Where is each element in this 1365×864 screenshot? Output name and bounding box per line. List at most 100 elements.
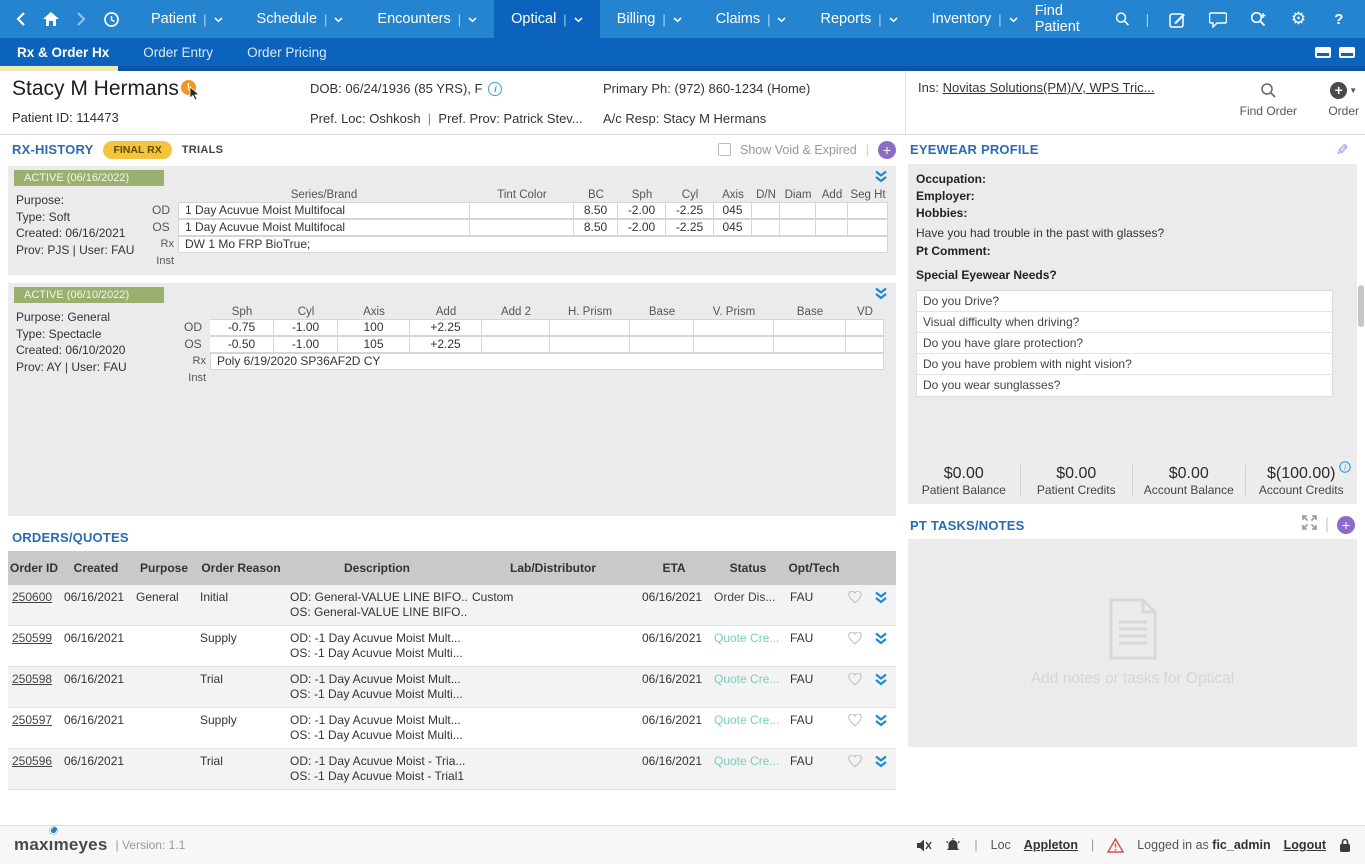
home-icon[interactable] bbox=[38, 6, 64, 32]
history-icon[interactable] bbox=[98, 6, 124, 32]
special-need-row[interactable]: Do you have glare protection? bbox=[917, 333, 1332, 354]
rx-info-line: Purpose: bbox=[16, 192, 144, 209]
forward-icon[interactable] bbox=[68, 6, 94, 32]
vertical-scrollbar-thumb[interactable] bbox=[1358, 285, 1364, 327]
rx-cell: 105 bbox=[338, 336, 410, 353]
rx-header-cell: Seg Ht bbox=[848, 188, 888, 202]
nav-item-schedule[interactable]: Schedule| bbox=[240, 0, 361, 38]
logout-link[interactable]: Logout bbox=[1284, 838, 1326, 852]
balance-strip: $0.00Patient Balance$0.00Patient Credits… bbox=[908, 458, 1357, 504]
nav-item-label: Optical bbox=[511, 11, 556, 27]
chat-icon[interactable] bbox=[1206, 6, 1230, 32]
eyewear-profile-title: EYEWEAR PROFILE bbox=[910, 142, 1039, 157]
expand-order-button[interactable] bbox=[868, 749, 894, 789]
compose-icon[interactable] bbox=[1165, 6, 1189, 32]
rx-cell: 8.50 bbox=[574, 202, 618, 219]
order-row[interactable]: 25059806/16/2021TrialOD: -1 Day Acuvue M… bbox=[8, 667, 896, 708]
find-order-button[interactable]: Find Order bbox=[1240, 79, 1297, 118]
order-description-cell: OD: General-VALUE LINE BIFO...OS: Genera… bbox=[286, 585, 468, 625]
add-rx-button[interactable]: + bbox=[878, 141, 896, 159]
favorite-button[interactable] bbox=[842, 626, 868, 666]
expand-order-button[interactable] bbox=[868, 626, 894, 666]
expand-order-button[interactable] bbox=[868, 585, 894, 625]
back-icon[interactable] bbox=[8, 6, 34, 32]
insurance-link[interactable]: Novitas Solutions(PM)/V, WPS Tric... bbox=[943, 80, 1155, 95]
mute-icon[interactable] bbox=[916, 838, 932, 853]
add-task-button[interactable]: + bbox=[1337, 516, 1355, 534]
patient-pref: Pref. Loc: Oshkosh | Pref. Prov: Patrick… bbox=[310, 111, 583, 126]
special-need-row[interactable]: Do you wear sunglasses? bbox=[917, 375, 1332, 396]
eyewear-field-label: Employer: bbox=[916, 188, 1347, 205]
nav-item-patient[interactable]: Patient| bbox=[134, 0, 240, 38]
account-credits-info-icon[interactable]: i bbox=[1339, 461, 1351, 476]
help-icon[interactable]: ? bbox=[1327, 6, 1351, 32]
subtab-rx-order-hx[interactable]: Rx & Order Hx bbox=[0, 38, 126, 66]
alarm-icon[interactable] bbox=[945, 838, 961, 853]
rx-cell: 1 Day Acuvue Moist Multifocal bbox=[178, 219, 470, 236]
expand-order-button[interactable] bbox=[868, 708, 894, 748]
nav-item-billing[interactable]: Billing| bbox=[600, 0, 699, 38]
order-row[interactable]: 25059606/16/2021TrialOD: -1 Day Acuvue M… bbox=[8, 749, 896, 790]
nav-item-reports[interactable]: Reports| bbox=[803, 0, 914, 38]
collapse-rx-button[interactable] bbox=[874, 170, 888, 188]
order-status-cell: Quote Cre... bbox=[710, 667, 786, 707]
order-created-cell: 06/16/2021 bbox=[60, 667, 132, 707]
order-description-cell: OD: -1 Day Acuvue Moist - Tria...OS: -1 … bbox=[286, 749, 468, 789]
favorite-button[interactable] bbox=[842, 667, 868, 707]
location-link[interactable]: Appleton bbox=[1024, 838, 1078, 852]
special-need-row[interactable]: Do you Drive? bbox=[917, 291, 1332, 312]
special-need-row[interactable]: Visual difficulty when driving? bbox=[917, 312, 1332, 333]
order-id-link[interactable]: 250596 bbox=[12, 754, 52, 768]
favorite-button[interactable] bbox=[842, 585, 868, 625]
rx-cell: -0.50 bbox=[210, 336, 274, 353]
rx-cell: 8.50 bbox=[574, 219, 618, 236]
order-row[interactable]: 25060006/16/2021GeneralInitialOD: Genera… bbox=[8, 585, 896, 626]
nav-item-inventory[interactable]: Inventory| bbox=[915, 0, 1035, 38]
rx-cell bbox=[846, 336, 884, 353]
expand-icon[interactable] bbox=[1302, 515, 1317, 535]
collapse-rx-button[interactable] bbox=[874, 287, 888, 305]
subtab-order-pricing[interactable]: Order Pricing bbox=[230, 38, 344, 66]
order-id-link[interactable]: 250599 bbox=[12, 631, 52, 645]
special-need-row[interactable]: Do you have problem with night vision? bbox=[917, 354, 1332, 375]
app-window: Patient|Schedule|Encounters|Optical|Bill… bbox=[0, 0, 1365, 864]
rx-cell: -2.25 bbox=[666, 202, 714, 219]
window-tile-icon[interactable] bbox=[1315, 47, 1331, 58]
order-id-link[interactable]: 250597 bbox=[12, 713, 52, 727]
subtab-order-entry[interactable]: Order Entry bbox=[126, 38, 230, 66]
order-id-link[interactable]: 250598 bbox=[12, 672, 52, 686]
final-rx-tab[interactable]: FINAL RX bbox=[103, 141, 171, 159]
dob-info-icon[interactable]: i bbox=[488, 82, 502, 96]
show-void-checkbox[interactable] bbox=[718, 143, 731, 156]
order-purpose-cell bbox=[132, 667, 196, 707]
order-reason-cell: Initial bbox=[196, 585, 286, 625]
info-icon: i bbox=[1339, 461, 1351, 473]
order-row[interactable]: 25059906/16/2021SupplyOD: -1 Day Acuvue … bbox=[8, 626, 896, 667]
separator: | bbox=[974, 838, 977, 852]
balance-amount: $0.00 bbox=[1133, 465, 1245, 483]
balance-label: Account Balance bbox=[1133, 483, 1245, 497]
trials-tab[interactable]: TRIALS bbox=[182, 144, 224, 156]
nav-item-encounters[interactable]: Encounters| bbox=[360, 0, 494, 38]
find-patient-button[interactable]: Find Patient bbox=[1035, 3, 1130, 35]
search-plus-icon[interactable] bbox=[1246, 6, 1270, 32]
favorite-button[interactable] bbox=[842, 749, 868, 789]
rx-cell bbox=[816, 219, 848, 236]
rx-inst-value: Poly 6/19/2020 SP36AF2D CY bbox=[210, 353, 884, 370]
order-button[interactable]: +▼ Order bbox=[1328, 79, 1359, 118]
order-created-cell: 06/16/2021 bbox=[60, 626, 132, 666]
order-row[interactable]: 25059706/16/2021SupplyOD: -1 Day Acuvue … bbox=[8, 708, 896, 749]
expand-order-button[interactable] bbox=[868, 667, 894, 707]
settings-gear-icon[interactable]: ⚙ bbox=[1286, 6, 1310, 32]
order-id-cell: 250597 bbox=[8, 708, 60, 748]
nav-item-optical[interactable]: Optical| bbox=[494, 0, 600, 38]
favorite-button[interactable] bbox=[842, 708, 868, 748]
separator: | bbox=[866, 143, 869, 157]
edit-pencil-icon[interactable]: ✎ bbox=[1336, 141, 1349, 159]
window-restore-icon[interactable] bbox=[1339, 47, 1355, 58]
separator: | bbox=[878, 12, 881, 27]
order-id-link[interactable]: 250600 bbox=[12, 590, 52, 604]
nav-item-label: Schedule bbox=[257, 11, 317, 27]
double-chevron-down-icon bbox=[874, 287, 888, 300]
nav-item-claims[interactable]: Claims| bbox=[699, 0, 804, 38]
